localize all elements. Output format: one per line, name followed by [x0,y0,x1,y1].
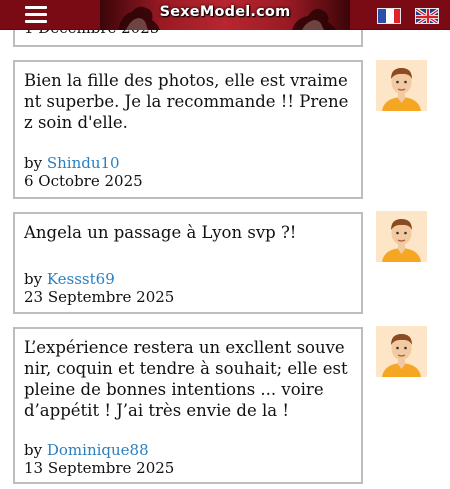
avatar [376,60,427,111]
logo-text: SexeModel.com [159,4,291,20]
avatar [376,326,427,377]
review-card: Bien la fille des photos, elle est vraim… [13,60,363,199]
review-byline: by Kessst69 [24,270,115,288]
top-bar: SexeModel.com [0,0,450,30]
review-date: 13 Septembre 2025 [24,459,175,477]
french-flag-icon[interactable] [377,8,401,24]
review-byline: by Dominique88 [24,441,149,459]
author-link[interactable]: Dominique88 [47,441,149,459]
review-card: Angela un passage à Lyon svp ?! by Kesss… [13,212,363,314]
author-link[interactable]: Shindu10 [47,154,120,172]
page: 1 Décembre 2025 Bien la fille des photos… [0,0,450,489]
review-card: L’expérience restera un excllent souveni… [13,327,363,484]
hamburger-menu-icon[interactable] [25,5,47,23]
uk-flag-icon[interactable] [415,8,439,24]
byline-label: by [24,154,43,172]
review-date: 6 Octobre 2025 [24,172,143,190]
review-text: Angela un passage à Lyon svp ?! [24,223,297,242]
avatar [376,211,427,262]
review-text: L’expérience restera un excllent souveni… [24,338,348,420]
byline-label: by [24,441,43,459]
site-logo[interactable]: SexeModel.com [100,0,350,30]
review-date: 23 Septembre 2025 [24,288,175,306]
byline-label: by [24,270,43,288]
review-byline: by Shindu10 [24,154,120,172]
author-link[interactable]: Kessst69 [47,270,115,288]
review-text: Bien la fille des photos, elle est vraim… [24,71,349,132]
